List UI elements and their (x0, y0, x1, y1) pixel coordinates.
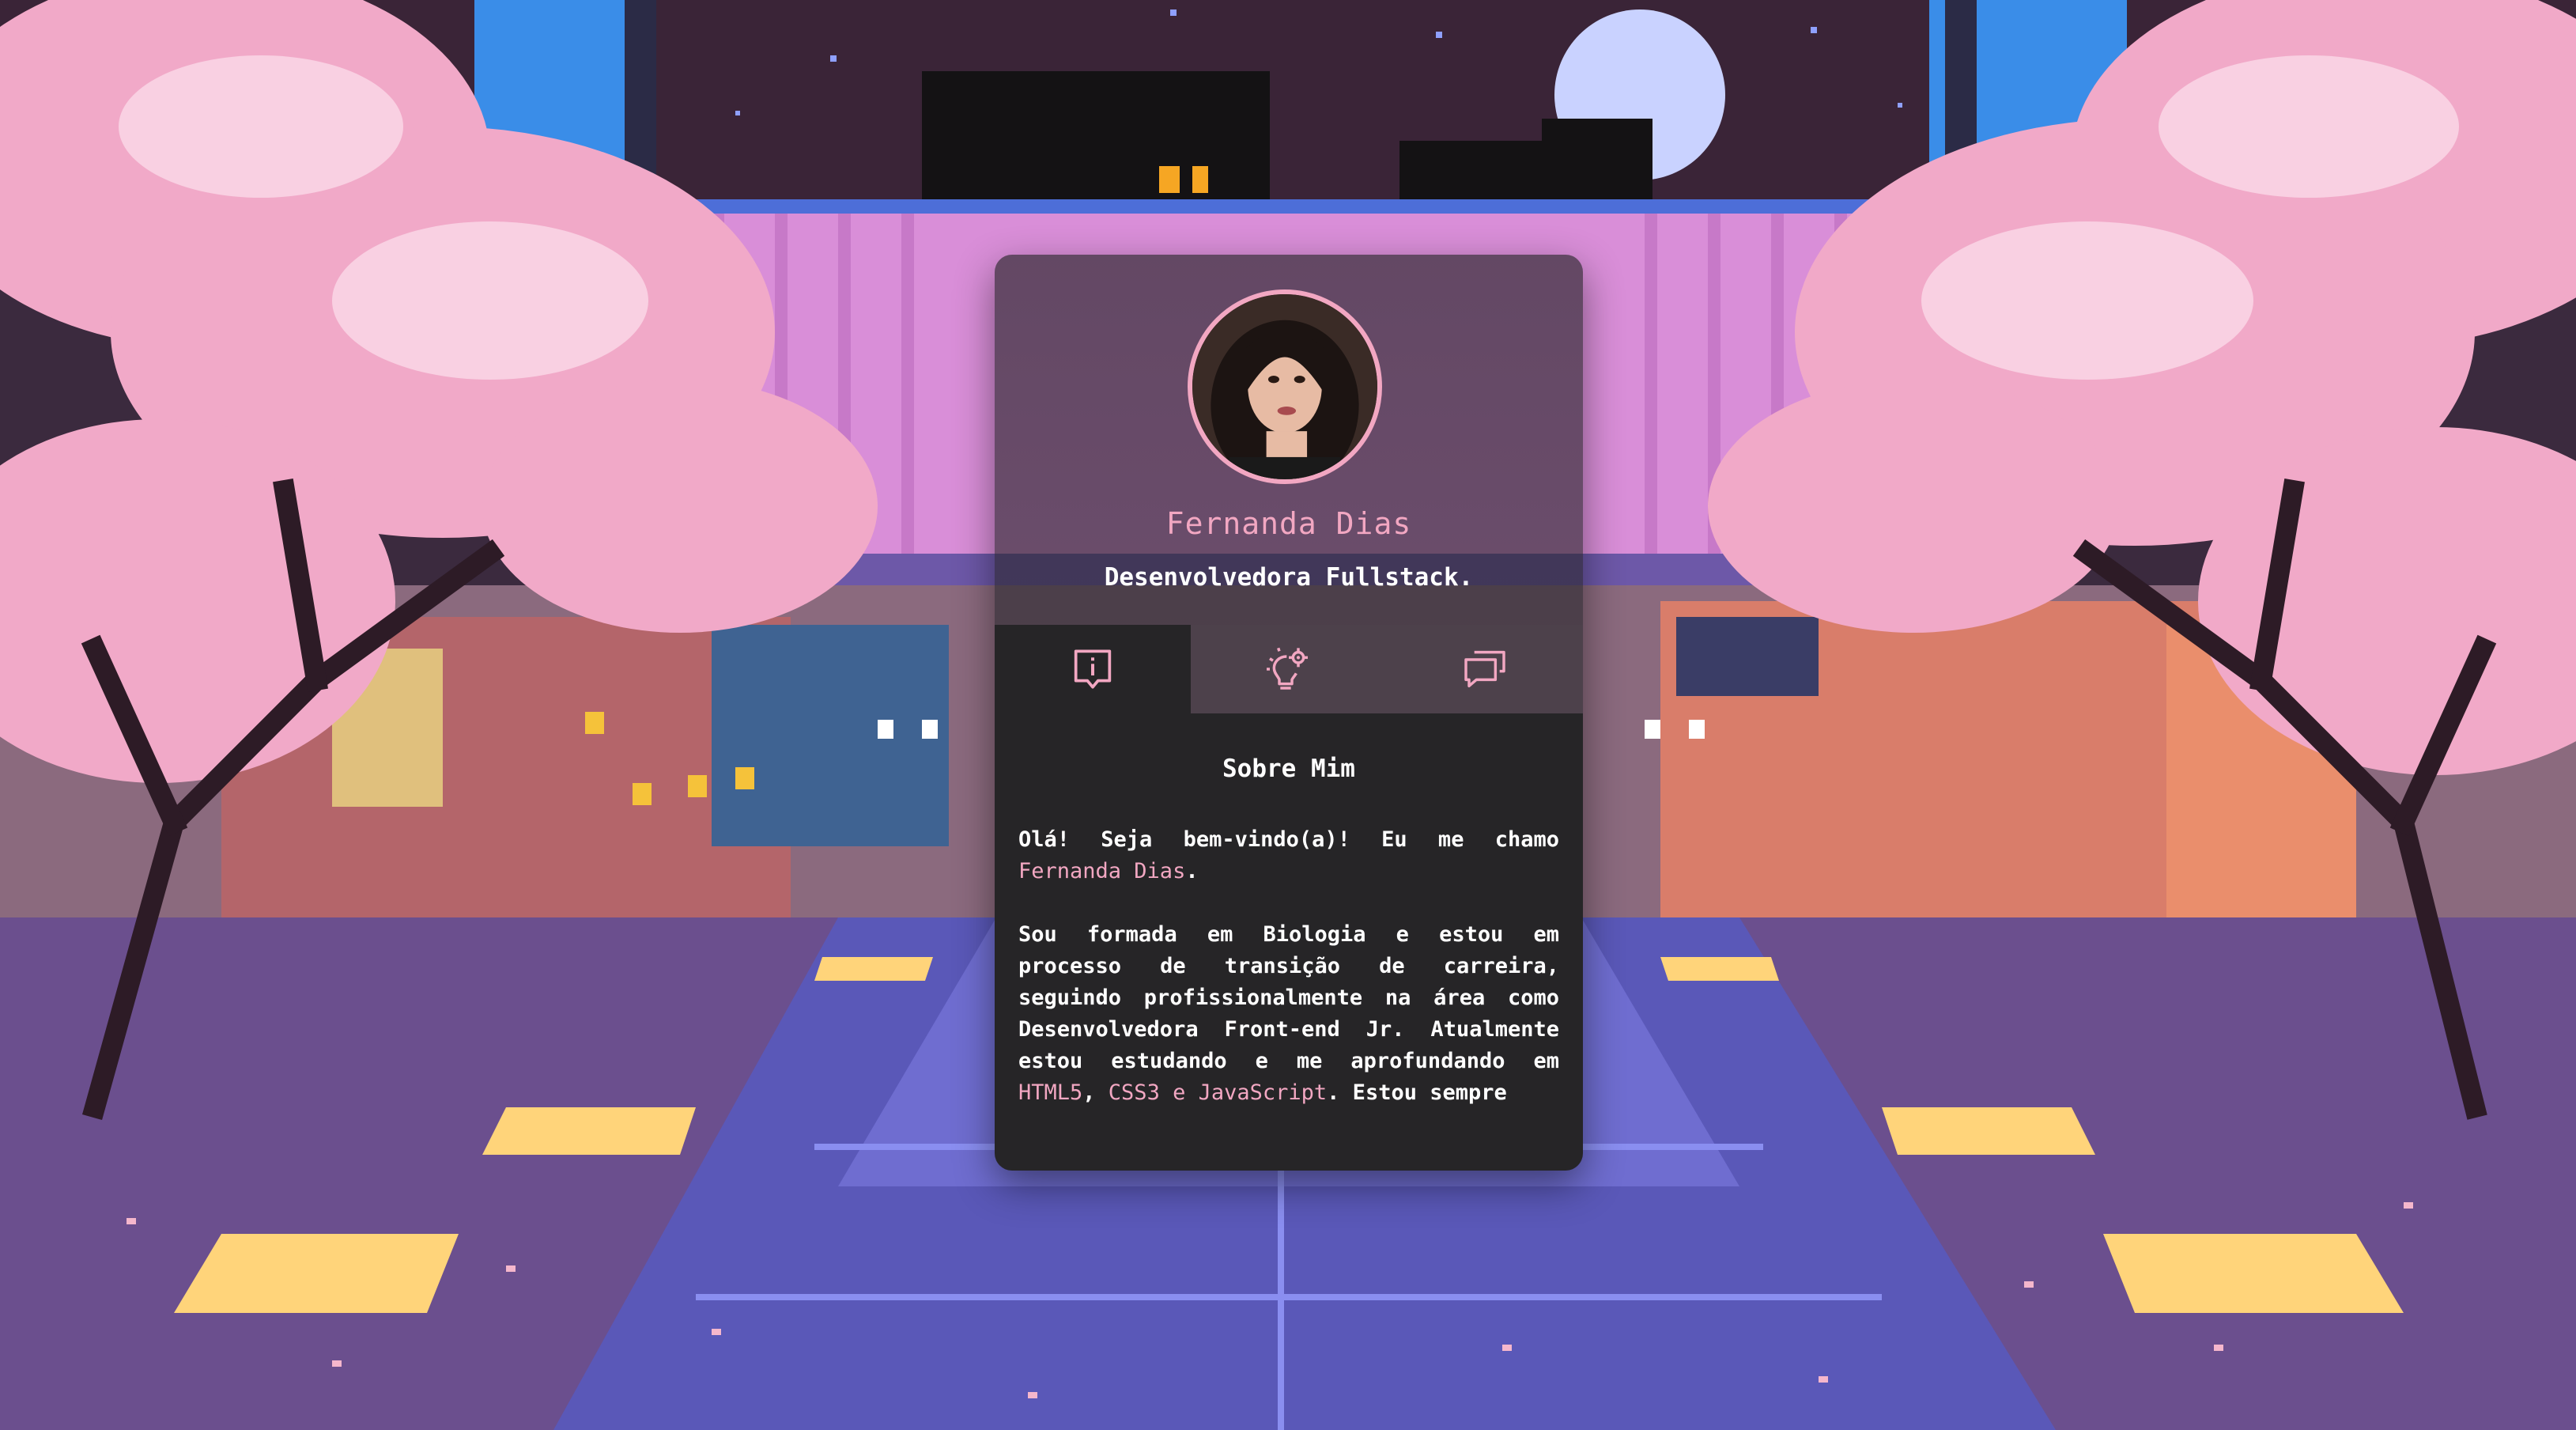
text-span: , (1082, 1080, 1109, 1105)
about-text: Olá! Seja bem-vindo(a)! Eu me chamo Fern… (1018, 824, 1559, 1141)
info-icon (1074, 649, 1112, 689)
chat-icon (1464, 650, 1505, 688)
section-title: Sobre Mim (1222, 755, 1355, 783)
highlight-html5: HTML5 (1018, 1080, 1083, 1105)
lightbulb-gear-icon (1267, 647, 1308, 690)
text-span: Olá! Seja bem-vindo(a)! Eu me chamo (1018, 827, 1559, 852)
text-span: . Estou sempre (1327, 1080, 1507, 1105)
tab-about[interactable] (995, 625, 1191, 713)
about-paragraph-2: Sou formada em Biologia e estou em proce… (1018, 919, 1559, 1109)
text-span: . (1185, 859, 1199, 883)
highlight-javascript: JavaScript (1198, 1080, 1328, 1105)
profile-name: Fernanda Dias (1165, 506, 1412, 541)
profile-tabs (995, 625, 1583, 713)
profile-role: Desenvolvedora Fullstack. (1104, 563, 1474, 592)
avatar-image (1192, 294, 1377, 479)
about-paragraph-1: Olá! Seja bem-vindo(a)! Eu me chamo Fern… (1018, 824, 1559, 887)
text-span: Sou formada em Biologia e estou em proce… (1018, 922, 1559, 1073)
highlight-name: Fernanda Dias (1018, 859, 1186, 883)
avatar (1188, 289, 1382, 484)
profile-card: Fernanda Dias Desenvolvedora Fullstack. (995, 255, 1583, 1171)
tab-contact[interactable] (1387, 625, 1583, 713)
about-section: Sobre Mim Olá! Seja bem-vindo(a)! Eu me … (995, 713, 1583, 1171)
tab-skills[interactable] (1191, 625, 1387, 713)
highlight-css3: CSS3 (1108, 1080, 1160, 1105)
highlight-sep: e (1159, 1080, 1199, 1105)
